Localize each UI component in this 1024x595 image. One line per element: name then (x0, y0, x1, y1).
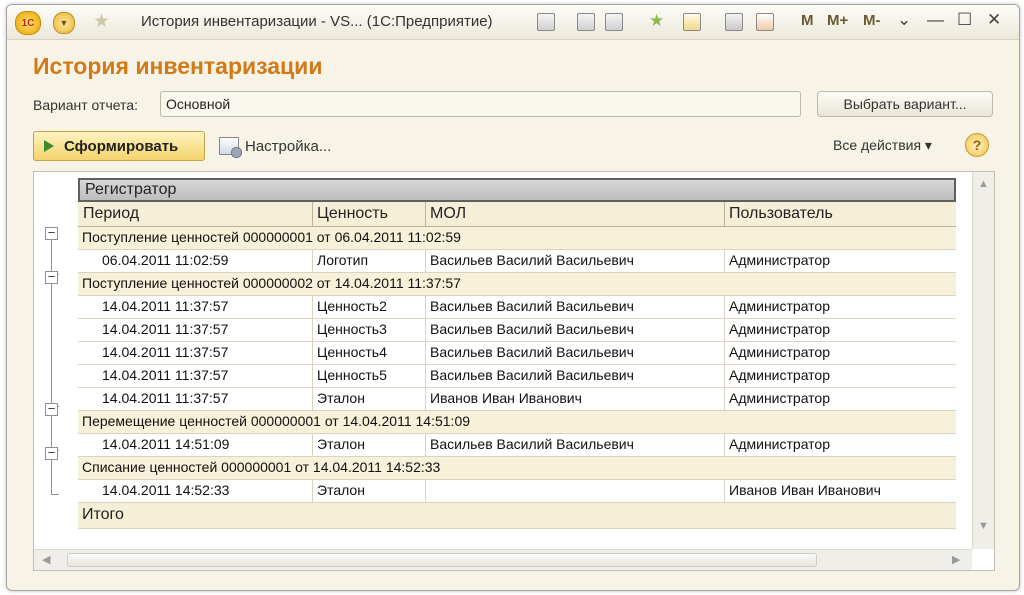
scroll-up-icon[interactable]: ▲ (978, 178, 989, 190)
memory-store-button[interactable]: M (801, 12, 814, 29)
column-header-user: Пользователь (729, 205, 833, 222)
memory-subtract-button[interactable]: M- (863, 12, 881, 29)
user-cell: Администратор (729, 344, 831, 360)
mol-cell: Васильев Василий Васильевич (426, 434, 725, 456)
table-row[interactable]: 14.04.2011 11:37:57 Ценность5 Васильев В… (78, 365, 956, 388)
save-icon[interactable] (537, 13, 555, 31)
scroll-right-icon[interactable]: ▶ (952, 553, 960, 566)
asset-cell: Ценность4 (313, 342, 426, 364)
help-icon[interactable]: ? (965, 133, 989, 157)
select-variant-button[interactable]: Выбрать вариант... (817, 91, 993, 117)
period-cell: 14.04.2011 11:37:57 (78, 319, 313, 341)
asset-cell: Эталон (313, 388, 426, 410)
mol-cell: Васильев Василий Васильевич (426, 365, 725, 387)
print-icon[interactable] (577, 13, 595, 31)
scroll-down-icon[interactable]: ▼ (978, 520, 989, 532)
asset-cell: Ценность5 (313, 365, 426, 387)
table-row[interactable]: 14.04.2011 11:37:57 Ценность3 Васильев В… (78, 319, 956, 342)
minimize-icon[interactable]: — (927, 10, 944, 30)
calendar-icon[interactable] (756, 13, 774, 31)
group-row[interactable]: Перемещение ценностей 000000001 от 14.04… (78, 411, 956, 434)
report-window: 1С ▼ ★ История инвентаризации - VS... (1… (6, 4, 1020, 591)
page-title: История инвентаризации (33, 53, 323, 79)
period-cell: 14.04.2011 14:51:09 (78, 434, 313, 456)
table-row[interactable]: 14.04.2011 11:37:57 Ценность4 Васильев В… (78, 342, 956, 365)
mol-cell (426, 480, 725, 502)
mol-cell: Иванов Иван Иванович (426, 388, 725, 410)
user-cell: Иванов Иван Иванович (729, 482, 881, 498)
asset-cell: Эталон (313, 480, 426, 502)
collapse-group-icon[interactable]: − (45, 270, 58, 284)
main-menu-button[interactable]: ▼ (53, 12, 75, 34)
user-cell: Администратор (729, 252, 831, 268)
title-bar: 1С ▼ ★ История инвентаризации - VS... (1… (7, 5, 1019, 40)
period-cell: 14.04.2011 11:37:57 (78, 342, 313, 364)
period-cell: 14.04.2011 11:37:57 (78, 296, 313, 318)
user-cell: Администратор (729, 390, 831, 406)
user-cell: Администратор (729, 367, 831, 383)
variant-label: Вариант отчета: (33, 97, 138, 113)
scroll-left-icon[interactable]: ◀ (42, 553, 50, 566)
collapse-group-icon[interactable]: − (45, 226, 58, 240)
table-row[interactable]: 14.04.2011 14:51:09 Эталон Васильев Васи… (78, 434, 956, 457)
period-cell: 14.04.2011 14:52:33 (78, 480, 313, 502)
asset-cell: Эталон (313, 434, 426, 456)
favorites-star-icon[interactable]: ★ (93, 10, 110, 33)
all-actions-menu[interactable]: Все действия ▾ (833, 137, 932, 154)
report-variant-field[interactable]: Основной (160, 91, 801, 117)
table-row[interactable]: 14.04.2011 11:37:57 Ценность2 Васильев В… (78, 296, 956, 319)
bookmark-icon[interactable] (683, 13, 701, 31)
play-icon (44, 140, 54, 152)
mol-cell: Васильев Василий Васильевич (426, 342, 725, 364)
column-header-asset: Ценность (313, 202, 426, 226)
vertical-scrollbar[interactable]: ▲ ▼ (972, 172, 994, 549)
registrar-header: Регистратор (78, 178, 956, 202)
mol-cell: Васильев Василий Васильевич (426, 296, 725, 318)
table-row[interactable]: 06.04.2011 11:02:59 Логотип Васильев Вас… (78, 250, 956, 273)
user-cell: Администратор (729, 298, 831, 314)
collapse-group-icon[interactable]: − (45, 402, 58, 416)
grouping-tree: − − − − (34, 172, 78, 549)
user-cell: Администратор (729, 436, 831, 452)
total-row: Итого (78, 503, 956, 529)
close-icon[interactable]: ✕ (987, 10, 1001, 30)
print-preview-icon[interactable] (605, 13, 623, 31)
table-row[interactable]: 14.04.2011 14:52:33 Эталон Иванов Иван И… (78, 480, 956, 503)
generate-button-label: Сформировать (64, 137, 179, 155)
user-cell: Администратор (729, 321, 831, 337)
group-row[interactable]: Поступление ценностей 000000002 от 14.04… (78, 273, 956, 296)
period-cell: 14.04.2011 11:37:57 (78, 388, 313, 410)
group-row[interactable]: Списание ценностей 000000001 от 14.04.20… (78, 457, 956, 480)
memory-add-button[interactable]: M+ (827, 12, 848, 29)
favorites-add-icon[interactable]: ★ (649, 11, 664, 31)
column-header-row: Период Ценность МОЛ Пользователь (78, 202, 956, 227)
mol-cell: Васильев Василий Васильевич (426, 319, 725, 341)
asset-cell: Ценность2 (313, 296, 426, 318)
report-grid: Регистратор Период Ценность МОЛ Пользова… (78, 178, 956, 529)
table-row[interactable]: 14.04.2011 11:37:57 Эталон Иванов Иван И… (78, 388, 956, 411)
window-title: История инвентаризации - VS... (1С:Предп… (141, 13, 493, 30)
horizontal-scrollbar[interactable]: ◀ ▶ (34, 549, 972, 570)
calculator-icon[interactable] (725, 13, 743, 31)
horizontal-scroll-thumb[interactable] (67, 553, 817, 567)
1c-logo-icon[interactable]: 1С (15, 11, 41, 35)
period-cell: 06.04.2011 11:02:59 (78, 250, 313, 272)
column-header-period: Период (78, 202, 313, 226)
collapse-group-icon[interactable]: − (45, 446, 58, 460)
asset-cell: Ценность3 (313, 319, 426, 341)
settings-button-label: Настройка... (245, 137, 332, 155)
group-row[interactable]: Поступление ценностей 000000001 от 06.04… (78, 227, 956, 250)
asset-cell: Логотип (313, 250, 426, 272)
report-spreadsheet[interactable]: − − − − Регистратор Период Ценность МОЛ … (33, 171, 995, 571)
column-header-mol: МОЛ (426, 202, 725, 226)
generate-button[interactable]: Сформировать (33, 131, 205, 161)
period-cell: 14.04.2011 11:37:57 (78, 365, 313, 387)
maximize-icon[interactable]: ☐ (957, 10, 972, 30)
mol-cell: Васильев Василий Васильевич (426, 250, 725, 272)
settings-button[interactable]: Настройка... (219, 135, 332, 158)
window-menu-dropdown-icon[interactable]: ⌄ (897, 10, 911, 30)
settings-icon (219, 137, 242, 158)
